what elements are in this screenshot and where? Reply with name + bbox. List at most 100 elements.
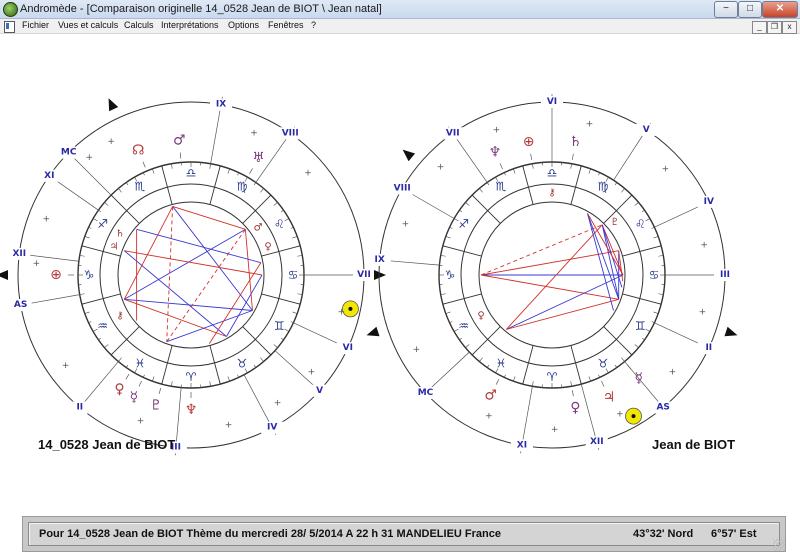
right-degree-tick bbox=[445, 236, 451, 239]
left-sign-divider bbox=[161, 165, 173, 205]
right-degree-tick bbox=[570, 381, 572, 387]
right-degree-tick bbox=[459, 337, 463, 341]
left-sign-divider bbox=[242, 194, 272, 224]
right-sign-8: ♒ bbox=[458, 319, 469, 333]
right-sign-2: ♌ bbox=[635, 217, 646, 231]
left-axis-arrow bbox=[108, 98, 119, 112]
mdi-restore-button[interactable]: ❐ bbox=[767, 21, 782, 34]
mdi-minimize-button[interactable]: _ bbox=[752, 21, 767, 34]
menu-fichier[interactable]: Fichier bbox=[22, 20, 49, 30]
right-house-IX: IX bbox=[375, 255, 385, 265]
right-house-VI: VI bbox=[547, 97, 557, 107]
right-sign-divider bbox=[603, 326, 633, 356]
right-degree-tick bbox=[486, 364, 490, 368]
right-axis-arrow bbox=[724, 326, 738, 337]
right-cusp-mark: + bbox=[493, 125, 501, 135]
chart-workspace[interactable]: ♎ ♍ ♌ ♋ ♊ ♉ ♈ ♓ ♒ ♑ ♐ ♏ IX + VIII + VII + VI + V + IV + III + II + A… bbox=[0, 34, 800, 554]
left-sign-divider bbox=[110, 194, 140, 224]
menu-calculs[interactable]: Calculs bbox=[124, 20, 154, 30]
right-planet-pointer bbox=[571, 153, 574, 160]
right-planet-pointer bbox=[495, 379, 500, 385]
left-aspect-line-12 bbox=[166, 310, 253, 343]
right-degree-tick bbox=[570, 163, 572, 169]
left-cusp-mark: + bbox=[86, 153, 94, 163]
menu-fenetres[interactable]: Fenêtres bbox=[268, 20, 304, 30]
right-degree-tick bbox=[440, 255, 446, 257]
right-cusp-mark: + bbox=[669, 368, 677, 378]
left-sign-6: ♈ bbox=[186, 370, 197, 384]
left-degree-tick bbox=[253, 364, 257, 368]
resize-grip[interactable] bbox=[773, 539, 785, 551]
document-icon[interactable] bbox=[4, 21, 15, 33]
right-house-VIII: VIII bbox=[394, 184, 411, 194]
left-outer-planet-7: ♆ bbox=[185, 402, 198, 418]
left-sign-5: ♉ bbox=[237, 356, 248, 370]
menu-interpretations[interactable]: Interprétations bbox=[161, 20, 219, 30]
menu-vues-et-calculs[interactable]: Vues et calculs bbox=[58, 20, 118, 30]
right-degree-tick bbox=[532, 381, 534, 387]
menu-options[interactable]: Options bbox=[228, 20, 259, 30]
left-degree-tick bbox=[79, 293, 85, 295]
menu-help[interactable]: ? bbox=[311, 20, 316, 30]
right-degree-tick bbox=[658, 293, 664, 295]
right-sign-9: ♑ bbox=[445, 268, 456, 282]
left-aspect-line-0 bbox=[172, 205, 246, 230]
right-chart-name: Jean de BIOT bbox=[652, 437, 736, 452]
right-sign-6: ♈ bbox=[547, 370, 558, 384]
right-cusp-mark: + bbox=[699, 307, 707, 317]
left-sign-1: ♍ bbox=[237, 180, 248, 194]
right-aspect-line-0 bbox=[480, 224, 603, 276]
right-outer-planet-4: ♀ bbox=[570, 400, 580, 416]
right-outer-planet-0: ♆ bbox=[489, 145, 502, 161]
left-sign-divider bbox=[209, 165, 221, 205]
right-house-AS: AS bbox=[656, 403, 669, 413]
left-inner-planet-1: ♃ bbox=[109, 241, 118, 252]
right-degree-tick bbox=[532, 163, 534, 169]
left-sign-divider bbox=[242, 326, 272, 356]
right-sign-divider bbox=[522, 345, 534, 385]
left-cusp-mark: + bbox=[225, 420, 233, 430]
right-outer-planet-6: ☿ bbox=[634, 370, 643, 386]
left-degree-tick bbox=[253, 182, 257, 186]
left-degree-tick bbox=[84, 311, 90, 314]
left-chart-name: 14_0528 Jean de BIOT bbox=[38, 437, 176, 452]
right-house-XI: XI bbox=[517, 440, 527, 450]
minimize-button[interactable]: − bbox=[714, 1, 738, 18]
right-sign-divider bbox=[570, 345, 582, 385]
left-aspect-line-7 bbox=[123, 250, 227, 337]
mdi-close-button[interactable]: x bbox=[782, 21, 797, 34]
window-titlebar[interactable]: Andromède - [Comparaison originelle 14_0… bbox=[0, 0, 800, 19]
left-house-MC: MC bbox=[61, 148, 77, 158]
status-bar: Pour 14_0528 Jean de BIOT Thème du mercr… bbox=[22, 516, 786, 552]
right-sign-divider bbox=[442, 245, 482, 257]
maximize-button[interactable]: □ bbox=[738, 1, 762, 18]
right-planet-pointer bbox=[530, 153, 533, 160]
left-planet-pointer bbox=[142, 161, 146, 168]
left-degree-tick bbox=[118, 357, 122, 362]
right-aspect-line-5 bbox=[601, 224, 624, 276]
right-outer-planet-1: ⊕ bbox=[523, 134, 535, 150]
right-degree-tick bbox=[645, 328, 651, 332]
right-house-II: II bbox=[705, 343, 712, 353]
close-button[interactable]: ✕ bbox=[762, 1, 798, 18]
right-sign-5: ♉ bbox=[598, 356, 609, 370]
left-outer-planet-6: ♇ bbox=[150, 397, 163, 413]
right-sign-divider bbox=[442, 293, 482, 305]
right-cusp-mark: + bbox=[586, 120, 594, 130]
left-degree-tick bbox=[98, 337, 102, 341]
left-sign-8: ♒ bbox=[97, 319, 108, 333]
left-degree-tick bbox=[297, 255, 303, 257]
left-degree-tick bbox=[104, 202, 109, 206]
left-outer-planet-0: ♂ bbox=[173, 133, 186, 149]
astro-charts-canvas[interactable]: ♎♍♌♋♊♉♈♓♒♑♐♏IX+ VIII+VII+VI+V+IV+III+II+A… bbox=[0, 34, 800, 554]
right-house-VII: VII bbox=[446, 128, 460, 138]
left-sign-divider bbox=[209, 345, 221, 385]
app-logo-icon bbox=[3, 2, 18, 17]
window-title: Andromède - [Comparaison originelle 14_0… bbox=[20, 3, 382, 15]
right-aspect-line-11 bbox=[506, 274, 624, 330]
left-outer-planet-5: ⊕ bbox=[50, 267, 62, 283]
right-aspect-line-12 bbox=[506, 298, 619, 330]
right-axis-arrow bbox=[402, 149, 416, 162]
right-cusp-mark: + bbox=[437, 162, 445, 172]
left-inner-planet-2: ⚷ bbox=[116, 311, 123, 322]
